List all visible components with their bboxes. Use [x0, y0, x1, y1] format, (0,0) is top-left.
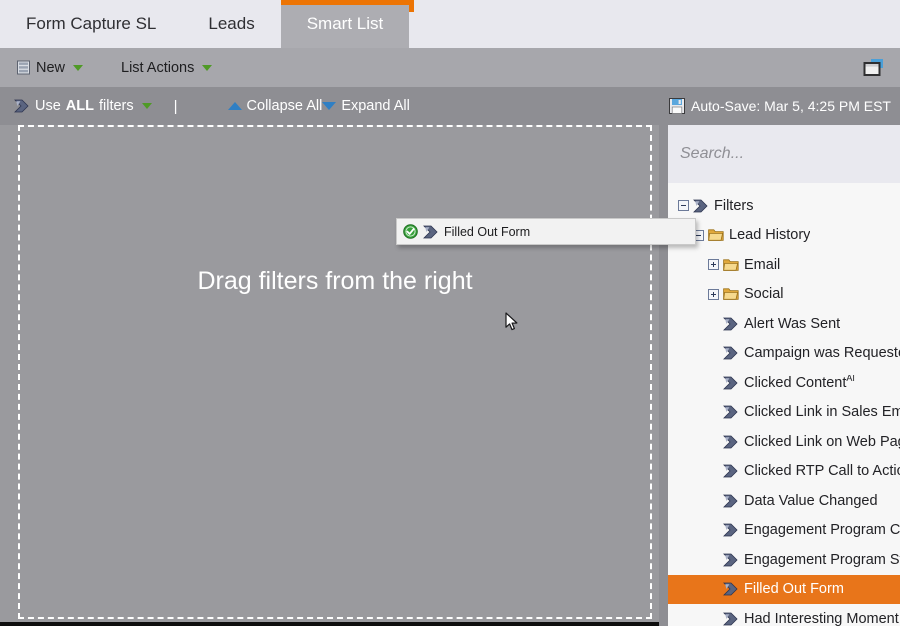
floppy-save-icon: [669, 98, 686, 114]
toolbar-separator: |: [173, 97, 178, 115]
tree-item-label: Clicked Link in Sales Email: [744, 404, 900, 421]
tree-item[interactable]: Filters: [668, 191, 900, 221]
database-icon: [16, 60, 31, 75]
collapse-toggle-icon[interactable]: [678, 200, 689, 212]
autosave-status: Auto-Save: Mar 5, 4:25 PM EST: [669, 87, 891, 125]
expand-toggle-icon[interactable]: [708, 288, 719, 300]
tree-item[interactable]: Clicked Link on Web Page: [668, 427, 900, 457]
filter-arrow-icon: [723, 346, 738, 360]
drag-ghost: Filled Out Form: [396, 218, 696, 245]
tree-item-label: Clicked RTP Call to Action: [744, 463, 900, 480]
tab-bar: Form Capture SL Leads Smart List: [0, 0, 900, 48]
tree-item[interactable]: Campaign was Requested: [668, 339, 900, 369]
expand-all-button[interactable]: Expand All: [322, 98, 410, 114]
list-actions-label: List Actions: [121, 59, 195, 76]
tab-smart-list[interactable]: Smart List: [280, 0, 410, 48]
filter-arrow-icon: [723, 523, 738, 537]
tree-item-label: Lead History: [729, 227, 811, 244]
tree-item-label: Engagement Program Stream: [744, 551, 900, 568]
chevron-down-icon[interactable]: [141, 103, 152, 109]
filter-arrow-icon: [723, 405, 738, 419]
tree-item-label: Email: [744, 256, 781, 273]
list-actions-button[interactable]: List Actions: [121, 59, 213, 76]
use-all-filters-suffix: filters: [98, 98, 134, 114]
canvas-bottom-edge: [0, 622, 662, 626]
folder-icon: [708, 229, 724, 242]
new-button[interactable]: New: [16, 59, 84, 76]
primary-toolbar: New List Actions: [0, 48, 900, 87]
tree-item-label: Filters: [714, 197, 754, 214]
folder-icon: [723, 259, 739, 271]
tree-item[interactable]: Lead History: [668, 221, 900, 251]
filter-arrow-icon: [723, 317, 738, 331]
filter-arrow-icon: [723, 612, 738, 626]
tree-item[interactable]: Engagement Program Cadence: [668, 516, 900, 546]
filter-arrow-icon: [723, 464, 738, 478]
tree-item-label: Alert Was Sent: [744, 315, 841, 332]
tree-item[interactable]: Alert Was Sent: [668, 309, 900, 339]
panel-layout-icon[interactable]: [862, 58, 886, 78]
filter-arrow-icon: [693, 199, 708, 213]
filter-arrow-icon: [723, 553, 738, 567]
tab-label: Form Capture SL: [26, 14, 157, 33]
filter-tree: Filters Lead History Email Social Alert Was …: [668, 183, 900, 626]
tab-bar-filler: [409, 0, 900, 48]
tree-item[interactable]: Engagement Program Stream: [668, 545, 900, 575]
tree-item[interactable]: Had Interesting Moment: [668, 604, 900, 626]
new-button-label: New: [36, 59, 66, 76]
tree-item[interactable]: Clicked ContentAI: [668, 368, 900, 398]
ai-superscript-badge: AI: [846, 374, 855, 383]
use-all-filters-button[interactable]: Use ALL filters: [14, 98, 152, 114]
tree-item-label: Social: [744, 286, 784, 303]
tree-item-label: Campaign was Requested: [744, 345, 900, 362]
folder-icon: [723, 288, 739, 301]
triangle-up-icon: [227, 102, 242, 110]
tree-item-label: Clicked ContentAI: [744, 374, 855, 391]
green-check-icon: [403, 224, 418, 239]
search-container: [668, 125, 900, 183]
tree-item-label: Data Value Changed: [744, 492, 878, 509]
tab-form-capture-sl[interactable]: Form Capture SL: [0, 0, 182, 48]
use-all-filters-prefix: Use: [35, 98, 61, 114]
expand-toggle-icon[interactable]: [708, 259, 719, 271]
filter-arrow-icon: [423, 225, 439, 239]
autosave-text: Auto-Save: Mar 5, 4:25 PM EST: [691, 98, 891, 114]
panel-divider[interactable]: [659, 125, 668, 626]
use-all-filters-strong: ALL: [65, 98, 94, 114]
tab-label: Leads: [208, 14, 255, 33]
collapse-all-label: Collapse All: [246, 98, 323, 114]
filter-toolbar: Use ALL filters | Collapse All Expand Al…: [0, 87, 900, 125]
tree-item[interactable]: Filled Out Form: [668, 574, 900, 604]
dropzone-empty-message: Drag filters from the right: [197, 267, 473, 295]
filter-arrow-icon: [723, 494, 738, 508]
filter-arrow-icon: [723, 435, 738, 449]
expand-all-label: Expand All: [341, 98, 410, 114]
filter-arrow-icon: [14, 99, 30, 113]
tab-label: Smart List: [306, 14, 384, 33]
tree-item[interactable]: Clicked RTP Call to Action: [668, 457, 900, 487]
tree-item[interactable]: Clicked Link in Sales Email: [668, 398, 900, 428]
drag-ghost-label: Filled Out Form: [444, 224, 531, 239]
tab-leads[interactable]: Leads: [182, 0, 280, 48]
tree-item-label: Filled Out Form: [744, 581, 844, 598]
tree-item[interactable]: Email: [668, 250, 900, 280]
tree-item[interactable]: Data Value Changed: [668, 486, 900, 516]
chevron-down-icon[interactable]: [73, 64, 84, 71]
smart-list-app: Form Capture SL Leads Smart List New Lis…: [0, 0, 900, 626]
filter-dropzone[interactable]: Drag filters from the right: [18, 125, 652, 619]
triangle-down-icon: [322, 102, 337, 110]
chevron-down-icon[interactable]: [202, 64, 213, 71]
collapse-all-button[interactable]: Collapse All: [227, 98, 323, 114]
filter-arrow-icon: [723, 582, 738, 596]
tree-item[interactable]: Social: [668, 280, 900, 310]
search-input[interactable]: [680, 145, 880, 163]
tree-item-label: Had Interesting Moment: [744, 610, 899, 626]
tree-item-label: Clicked Link on Web Page: [744, 433, 900, 450]
filter-tree-panel: Filters Lead History Email Social Alert Was …: [668, 125, 900, 626]
filter-arrow-icon: [723, 376, 738, 390]
tree-item-label: Engagement Program Cadence: [744, 522, 900, 539]
